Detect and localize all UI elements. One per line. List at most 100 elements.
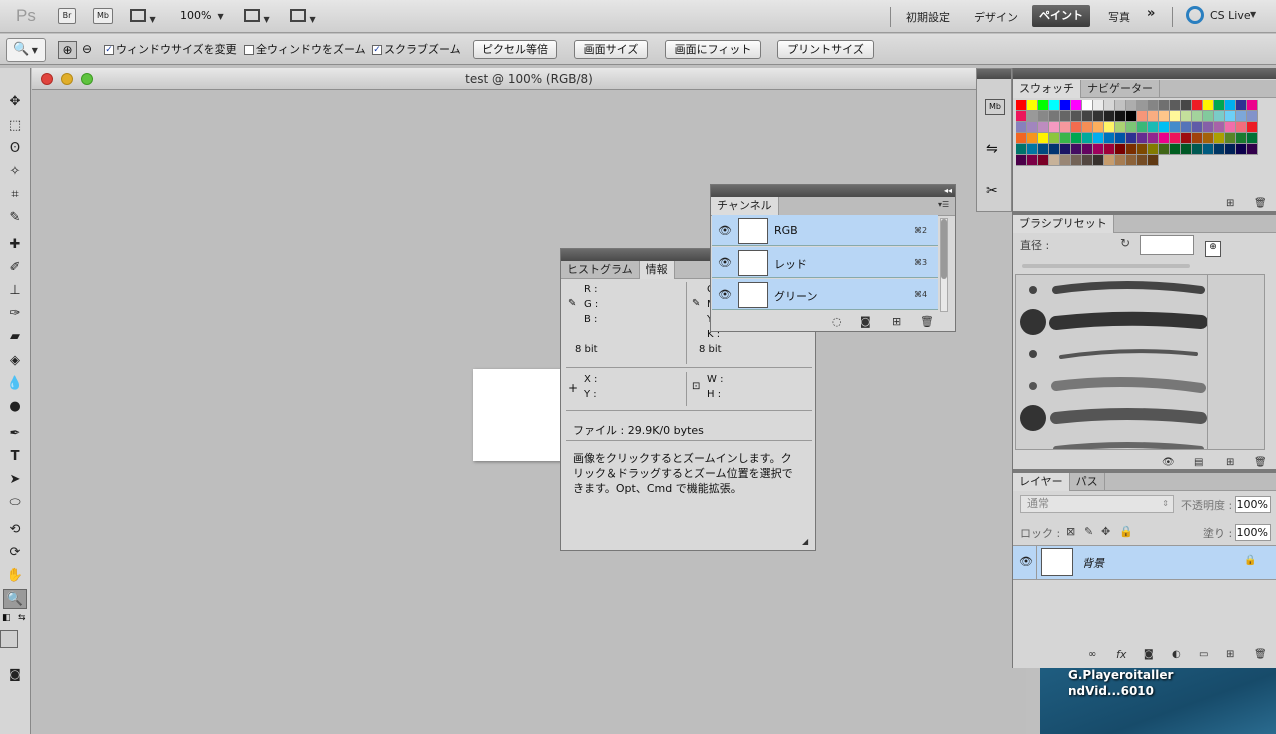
desktop-file-label-line1[interactable]: G.Playeroitaller — [1068, 668, 1173, 682]
color-swatch[interactable] — [1027, 111, 1038, 122]
color-swatch[interactable] — [1159, 100, 1170, 111]
adjustment-layer-icon[interactable]: ◐ — [1172, 649, 1181, 660]
quick-selection-tool-icon[interactable]: ✧ — [3, 162, 27, 182]
color-swatch[interactable] — [1016, 100, 1027, 111]
lock-paint-icon[interactable]: ✎ — [1084, 525, 1093, 538]
color-swatch[interactable] — [1236, 100, 1247, 111]
close-window-button[interactable] — [41, 73, 53, 85]
zoom-level-dropdown[interactable]: 100% ▼ — [180, 9, 224, 22]
color-swatch[interactable] — [1236, 122, 1247, 133]
color-swatch[interactable] — [1093, 155, 1104, 166]
lock-all-icon[interactable]: 🔒 — [1119, 525, 1133, 538]
color-swatch[interactable] — [1038, 111, 1049, 122]
crop-tool-icon[interactable]: ⌗ — [3, 185, 27, 205]
color-swatch[interactable] — [1181, 122, 1192, 133]
color-swatch[interactable] — [1159, 133, 1170, 144]
color-swatch[interactable] — [1225, 122, 1236, 133]
eyedropper-icon[interactable]: ✎ — [692, 298, 700, 309]
save-selection-icon[interactable]: ◙ — [860, 315, 871, 328]
color-swatch[interactable] — [1203, 100, 1214, 111]
color-swatch[interactable] — [1060, 155, 1071, 166]
zoom-tool-icon[interactable]: 🔍 — [3, 589, 27, 609]
mini-bridge-panel-icon[interactable]: Mb — [985, 99, 1005, 115]
channels-scrollbar[interactable] — [940, 218, 948, 312]
dodge-tool-icon[interactable]: ● — [3, 397, 27, 417]
color-swatch[interactable] — [1236, 111, 1247, 122]
color-swatch[interactable] — [1082, 155, 1093, 166]
color-swatch[interactable] — [1181, 100, 1192, 111]
color-swatch[interactable] — [1071, 133, 1082, 144]
color-swatch[interactable] — [1038, 144, 1049, 155]
color-swatch[interactable] — [1148, 144, 1159, 155]
color-swatch[interactable] — [1049, 133, 1060, 144]
trash-icon[interactable]: 🗑 — [1254, 457, 1267, 468]
color-swatch[interactable] — [1115, 144, 1126, 155]
resize-grip-icon[interactable]: ◢ — [802, 537, 808, 546]
color-swatch[interactable] — [1093, 144, 1104, 155]
color-swatch[interactable] — [1236, 133, 1247, 144]
tool-preset-picker[interactable]: 🔍 ▼ — [6, 38, 46, 62]
tab-paths[interactable]: パス — [1070, 473, 1105, 491]
color-swatch[interactable] — [1049, 155, 1060, 166]
color-swatch[interactable] — [1071, 155, 1082, 166]
color-swatch[interactable] — [1104, 133, 1115, 144]
color-swatch[interactable] — [1016, 122, 1027, 133]
fill-input[interactable]: 100% — [1235, 524, 1271, 541]
hand-tool-icon[interactable]: ✋ — [3, 566, 27, 586]
color-swatch[interactable] — [1170, 144, 1181, 155]
color-swatch[interactable] — [1214, 133, 1225, 144]
color-swatch[interactable] — [1082, 100, 1093, 111]
lock-position-icon[interactable]: ✥ — [1101, 525, 1110, 538]
color-swatch[interactable] — [1082, 133, 1093, 144]
bridge-button[interactable]: Br — [58, 8, 76, 24]
color-swatch[interactable] — [1126, 122, 1137, 133]
3d-orbit-tool-icon[interactable]: ⟳ — [3, 543, 27, 563]
color-swatch[interactable] — [1126, 133, 1137, 144]
diameter-slider[interactable] — [1022, 264, 1190, 268]
more-workspaces-icon[interactable]: » — [1147, 6, 1155, 21]
color-swatch[interactable] — [1170, 100, 1181, 111]
color-swatch[interactable] — [1060, 133, 1071, 144]
color-swatch[interactable] — [1137, 122, 1148, 133]
path-selection-tool-icon[interactable]: ➤ — [3, 470, 27, 490]
color-swatch[interactable] — [1115, 111, 1126, 122]
color-swatch[interactable] — [1181, 144, 1192, 155]
color-swatch[interactable] — [1192, 144, 1203, 155]
new-brush-icon[interactable]: ⊞ — [1226, 457, 1234, 468]
color-swatch[interactable] — [1192, 122, 1203, 133]
tab-histogram[interactable]: ヒストグラム — [561, 261, 640, 279]
panel-title-bar[interactable] — [711, 185, 955, 197]
tab-swatches[interactable]: スウォッチ — [1013, 80, 1081, 98]
document-canvas[interactable] — [473, 369, 565, 461]
color-swatch[interactable] — [1247, 122, 1258, 133]
color-swatch[interactable] — [1027, 100, 1038, 111]
cs-live-icon[interactable] — [1186, 6, 1204, 24]
color-swatch[interactable] — [1126, 155, 1137, 166]
color-swatch[interactable] — [1049, 100, 1060, 111]
color-swatch[interactable] — [1016, 111, 1027, 122]
history-brush-tool-icon[interactable]: ✑ — [3, 304, 27, 324]
color-swatch[interactable] — [1181, 111, 1192, 122]
color-swatch[interactable] — [1137, 100, 1148, 111]
color-swatch[interactable] — [1192, 100, 1203, 111]
color-swatch[interactable] — [1214, 144, 1225, 155]
color-swatch[interactable] — [1115, 122, 1126, 133]
move-tool-icon[interactable]: ✥ — [3, 92, 27, 112]
collapse-panel-icon[interactable]: ◂◂ — [944, 186, 952, 195]
type-tool-icon[interactable]: T — [3, 447, 27, 467]
color-swatch[interactable] — [1214, 122, 1225, 133]
color-swatch[interactable] — [1104, 155, 1115, 166]
3d-rotate-tool-icon[interactable]: ⟲ — [3, 520, 27, 540]
marquee-tool-icon[interactable]: ⬚ — [3, 116, 27, 136]
color-swatch[interactable] — [1071, 144, 1082, 155]
tab-channels[interactable]: チャンネル — [711, 197, 779, 215]
color-swatch[interactable] — [1214, 111, 1225, 122]
mini-bridge-button[interactable]: Mb — [93, 8, 113, 24]
color-swatch[interactable] — [1126, 100, 1137, 111]
color-swatch[interactable] — [1203, 133, 1214, 144]
trash-icon[interactable]: 🗑 — [920, 315, 934, 328]
paint-bucket-tool-icon[interactable]: ◈ — [3, 351, 27, 371]
color-swatch[interactable] — [1203, 111, 1214, 122]
cs-live-menu[interactable]: CS Live — [1210, 9, 1251, 22]
color-swatch[interactable] — [1027, 133, 1038, 144]
